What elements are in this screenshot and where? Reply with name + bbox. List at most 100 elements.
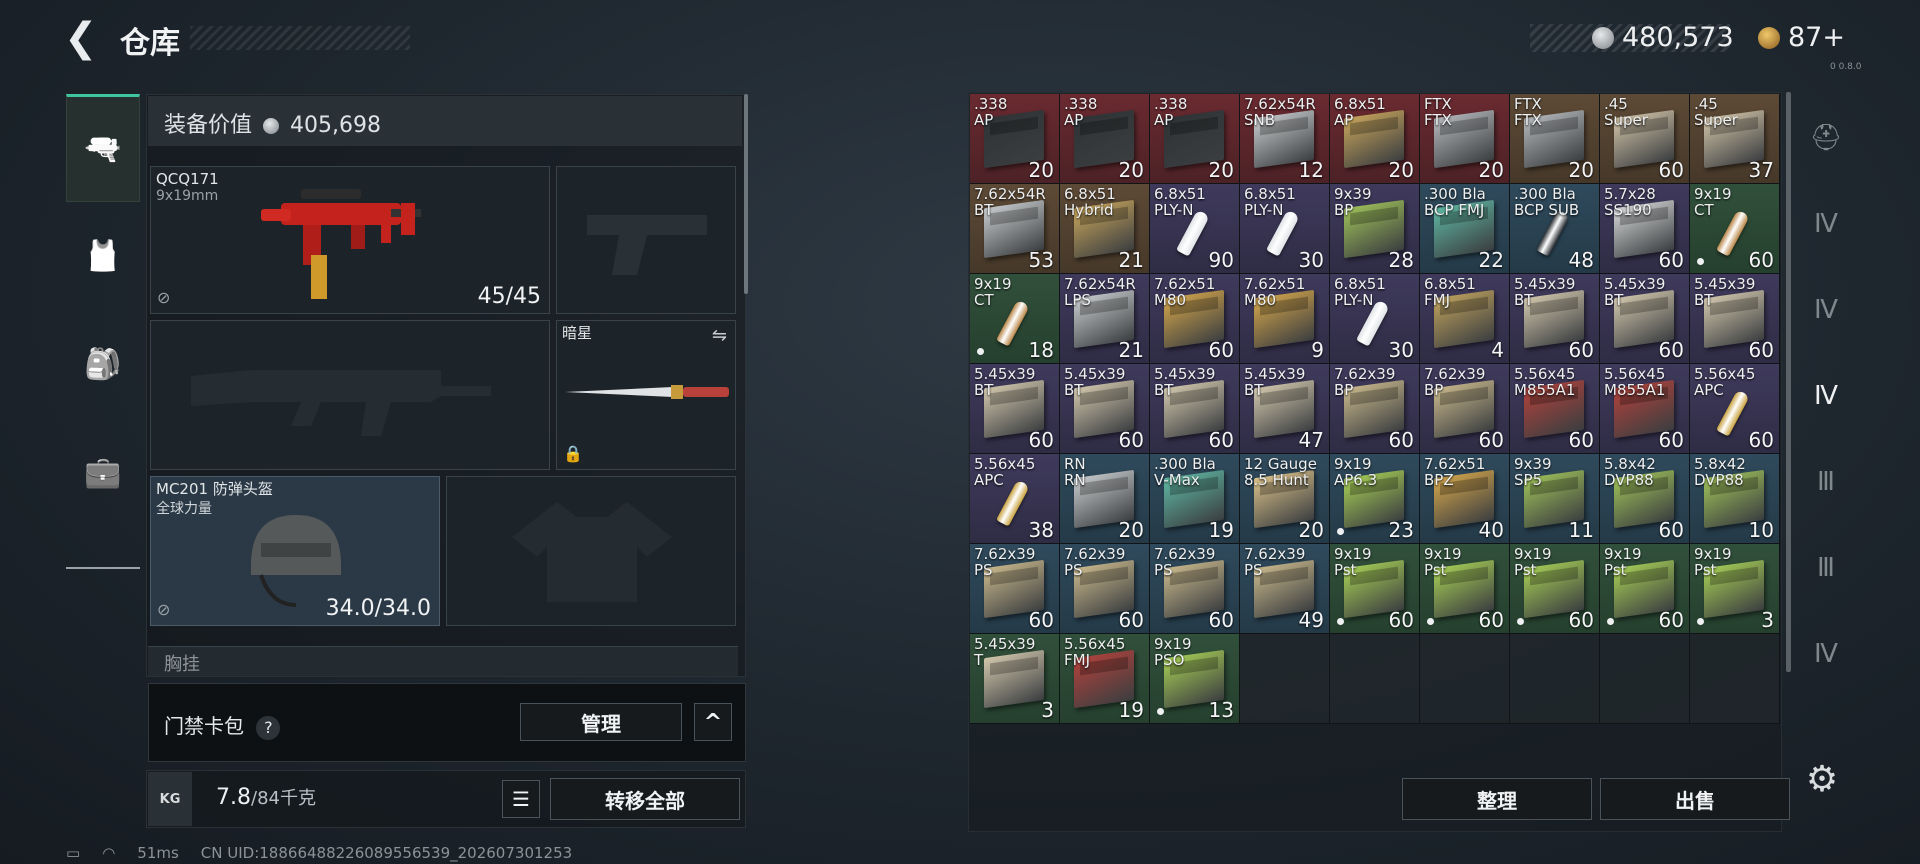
inventory-item[interactable]: 5.56x45 FMJ 19: [1060, 634, 1150, 724]
inventory-item[interactable]: 7.62x51 BPZ 40: [1420, 454, 1510, 544]
inventory-item[interactable]: 7.62x51 M80 60: [1150, 274, 1240, 364]
inventory-item[interactable]: 9x19 CT 60: [1690, 184, 1780, 274]
inventory-item[interactable]: FTX FTX 20: [1510, 94, 1600, 184]
inventory-item[interactable]: 5.56x45 M855A1 60: [1510, 364, 1600, 454]
inventory-item[interactable]: 9x19 Pst 60: [1420, 544, 1510, 634]
inventory-item[interactable]: 5.45x39 BT 60: [1150, 364, 1240, 454]
inventory-item[interactable]: 7.62x39 BP 60: [1420, 364, 1510, 454]
empty-cell[interactable]: [1510, 634, 1600, 724]
inventory-item[interactable]: 9x19 CT 18: [970, 274, 1060, 364]
help-icon[interactable]: ?: [256, 715, 281, 740]
inventory-item[interactable]: 7.62x39 PS 60: [1060, 544, 1150, 634]
inventory-item[interactable]: 12 Gauge 8.5 Hunt 20: [1240, 454, 1330, 544]
primary-weapon-slot[interactable]: QCQ171 9x19mm ⊘ 45/45: [150, 166, 550, 314]
inventory-item[interactable]: 5.45x39 BT 60: [970, 364, 1060, 454]
inventory-item[interactable]: RN RN 20: [1060, 454, 1150, 544]
inventory-item[interactable]: 5.8x42 DVP88 60: [1600, 454, 1690, 544]
inventory-item[interactable]: .45 Super 60: [1600, 94, 1690, 184]
inventory-item[interactable]: .300 Bla V-Max 19: [1150, 454, 1240, 544]
ammo-name: RN RN: [1064, 455, 1086, 489]
filter-helmet-icon[interactable]: ⛑: [1796, 108, 1856, 168]
empty-cell[interactable]: [1600, 634, 1690, 724]
currency-primary[interactable]: 480,573: [1592, 22, 1734, 53]
nav-pistol-icon[interactable]: 🔫: [66, 94, 140, 202]
empty-cell[interactable]: [1330, 634, 1420, 724]
inventory-item[interactable]: 9x39 SP5 11: [1510, 454, 1600, 544]
inventory-item[interactable]: 5.45x39 T 3: [970, 634, 1060, 724]
nav-briefcase-icon[interactable]: 💼: [66, 418, 140, 526]
filter-ammo-tier4-icon[interactable]: Ⅳ: [1796, 366, 1856, 426]
transfer-all-button[interactable]: 转移全部: [550, 778, 740, 820]
pistol-silhouette-icon: [587, 215, 707, 275]
inventory-item[interactable]: 5.45x39 BT 60: [1510, 274, 1600, 364]
armor-slot[interactable]: [446, 476, 736, 626]
inventory-item[interactable]: 9x19 AP6.3 23: [1330, 454, 1420, 544]
inventory-item[interactable]: 9x39 BP 28: [1330, 184, 1420, 274]
inventory-item[interactable]: 9x19 Pst 60: [1330, 544, 1420, 634]
inventory-item[interactable]: 7.62x39 PS 49: [1240, 544, 1330, 634]
inventory-item[interactable]: 9x19 Pst 60: [1510, 544, 1600, 634]
inventory-item[interactable]: 7.62x54R LPS 21: [1060, 274, 1150, 364]
inventory-item[interactable]: 5.45x39 BT 60: [1060, 364, 1150, 454]
collapse-icon[interactable]: ^: [694, 703, 732, 741]
empty-cell[interactable]: [1420, 634, 1510, 724]
filter-armor-tier4b-icon[interactable]: Ⅳ: [1796, 280, 1856, 340]
pistol-slot[interactable]: [556, 166, 736, 314]
inventory-item[interactable]: 6.8x51 Hybrid 21: [1060, 184, 1150, 274]
inventory-item[interactable]: .338 AP 20: [1060, 94, 1150, 184]
nav-backpack-icon[interactable]: 🎒: [66, 310, 140, 418]
melee-slot[interactable]: 暗星 ⇋ 🔒: [556, 320, 736, 470]
inventory-item[interactable]: 5.56x45 APC 38: [970, 454, 1060, 544]
inventory-item[interactable]: .300 Bla BCP FMJ 22: [1420, 184, 1510, 274]
filter-rig-tier3-icon[interactable]: Ⅲ: [1796, 538, 1856, 598]
inventory-scrollbar[interactable]: [1786, 92, 1791, 672]
inventory-item[interactable]: 9x19 PSO 13: [1150, 634, 1240, 724]
inventory-item[interactable]: FTX FTX 20: [1420, 94, 1510, 184]
inventory-item[interactable]: 5.7x28 SS190 60: [1600, 184, 1690, 274]
inventory-item[interactable]: 5.8x42 DVP88 10: [1690, 454, 1780, 544]
inventory-item[interactable]: 5.45x39 BT 47: [1240, 364, 1330, 454]
sell-button[interactable]: 出售: [1600, 778, 1790, 820]
equipment-scrollbar[interactable]: [744, 94, 748, 294]
chest-rig-label: 胸挂: [164, 654, 200, 675]
inventory-item[interactable]: 9x19 Pst 3: [1690, 544, 1780, 634]
back-icon[interactable]: ❮: [64, 18, 104, 60]
inventory-item[interactable]: 6.8x51 PLY-N 30: [1240, 184, 1330, 274]
inventory-item[interactable]: 6.8x51 PLY-N 30: [1330, 274, 1420, 364]
inventory-item[interactable]: 6.8x51 AP 20: [1330, 94, 1420, 184]
wifi-icon: ◠: [102, 844, 116, 862]
list-view-icon[interactable]: ☰: [502, 780, 540, 818]
secondary-weapon-slot[interactable]: [150, 320, 550, 470]
nav-armor-icon[interactable]: 🎽: [66, 202, 140, 310]
sort-button[interactable]: 整理: [1402, 778, 1592, 820]
helmet-icon: ⛑: [1809, 123, 1843, 153]
inventory-item[interactable]: 7.62x54R BT 53: [970, 184, 1060, 274]
inventory-item[interactable]: .300 Bla BCP SUB 48: [1510, 184, 1600, 274]
inventory-item[interactable]: 9x19 Pst 60: [1600, 544, 1690, 634]
inventory-item[interactable]: 7.62x39 PS 60: [1150, 544, 1240, 634]
empty-cell[interactable]: [1690, 634, 1780, 724]
inventory-item[interactable]: 7.62x51 M80 9: [1240, 274, 1330, 364]
swap-icon[interactable]: ⇋: [712, 325, 727, 346]
filter-armor-tier4c-icon[interactable]: Ⅳ: [1796, 624, 1856, 684]
inventory-item[interactable]: 5.45x39 BT 60: [1690, 274, 1780, 364]
inventory-item[interactable]: .338 AP 20: [970, 94, 1060, 184]
inventory-item[interactable]: .45 Super 37: [1690, 94, 1780, 184]
helmet-slot[interactable]: MC201 防弹头盔 全球力量 ⊘ 34.0/34.0: [150, 476, 440, 626]
inventory-item[interactable]: 5.45x39 BT 60: [1600, 274, 1690, 364]
filter-armor-tier4-icon[interactable]: Ⅳ: [1796, 194, 1856, 254]
inventory-item[interactable]: 5.56x45 APC 60: [1690, 364, 1780, 454]
filter-armor-tier3-icon[interactable]: Ⅲ: [1796, 452, 1856, 512]
inventory-item[interactable]: 5.56x45 M855A1 60: [1600, 364, 1690, 454]
inventory-item[interactable]: .338 AP 20: [1150, 94, 1240, 184]
inventory-item[interactable]: 7.62x39 BP 60: [1330, 364, 1420, 454]
currency-secondary[interactable]: 87+: [1758, 22, 1845, 53]
manage-button[interactable]: 管理: [520, 703, 682, 741]
gear-icon[interactable]: ⚙: [1802, 760, 1842, 800]
inventory-item[interactable]: 7.62x54R SNB 12: [1240, 94, 1330, 184]
inventory-item[interactable]: 6.8x51 PLY-N 90: [1150, 184, 1240, 274]
chest-rig-slot[interactable]: [148, 646, 738, 676]
inventory-item[interactable]: 6.8x51 FMJ 4: [1420, 274, 1510, 364]
empty-cell[interactable]: [1240, 634, 1330, 724]
inventory-item[interactable]: 7.62x39 PS 60: [970, 544, 1060, 634]
